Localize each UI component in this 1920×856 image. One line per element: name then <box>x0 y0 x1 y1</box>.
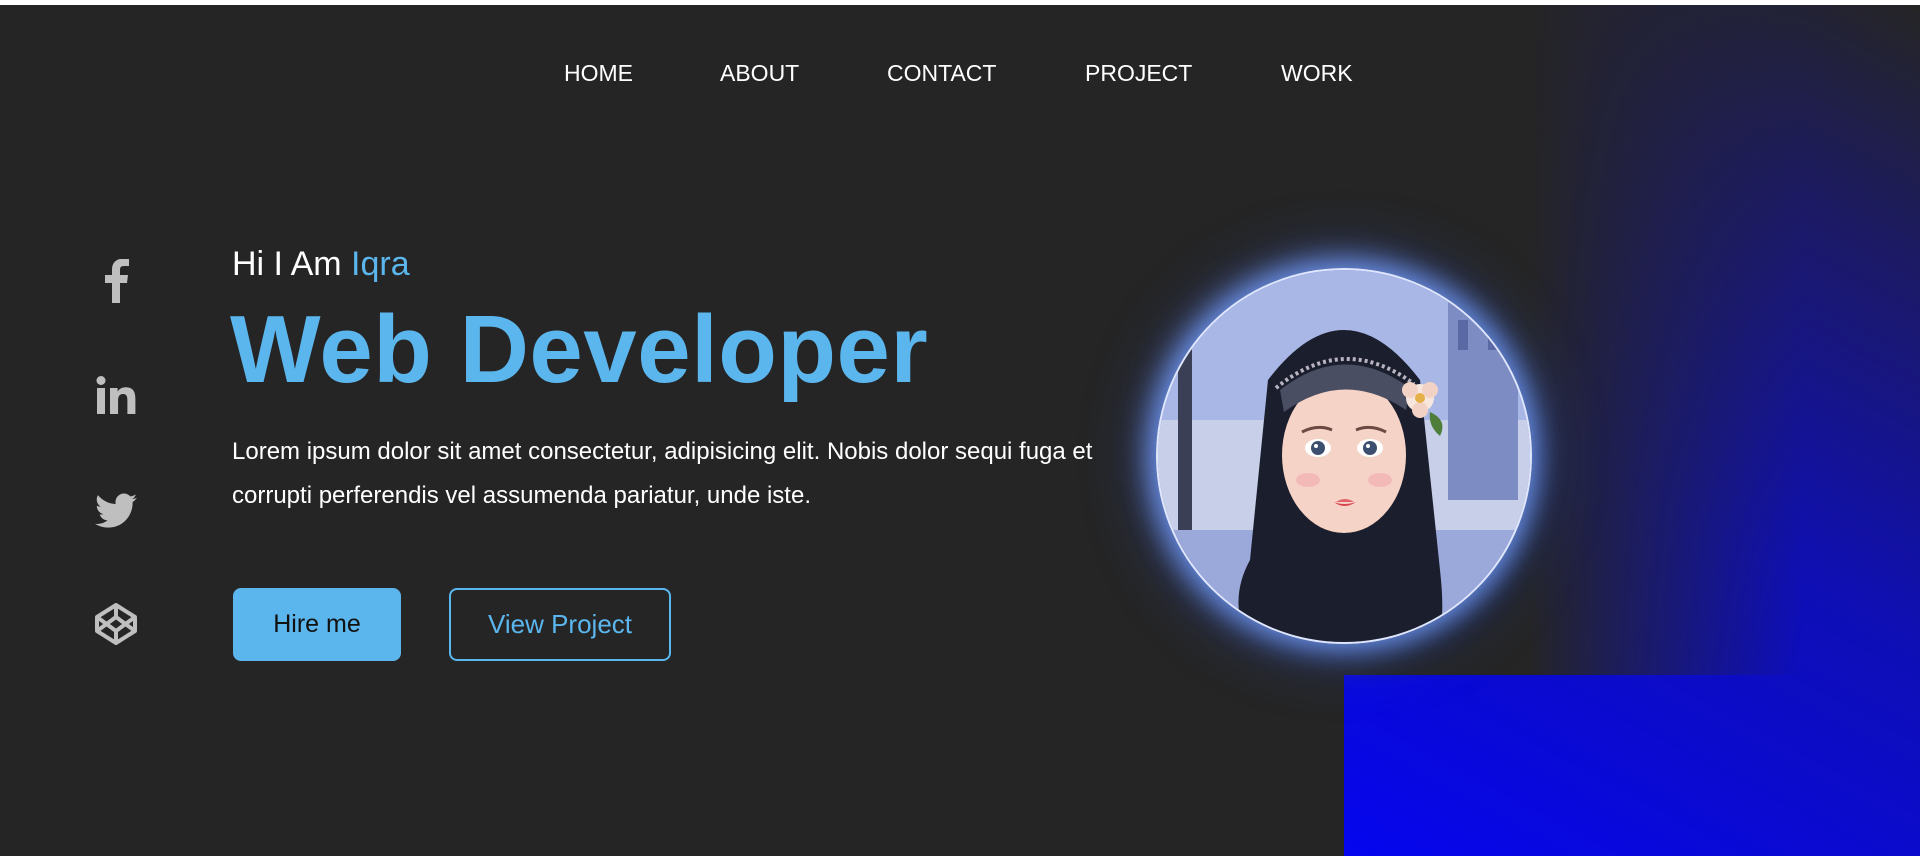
codepen-link[interactable] <box>95 601 137 647</box>
profile-avatar <box>1156 268 1532 644</box>
linkedin-icon <box>96 376 136 414</box>
name-text: Iqra <box>351 245 410 283</box>
portfolio-page: HOME ABOUT CONTACT PROJECT WORK Hi I Am … <box>0 5 1920 856</box>
nav-work[interactable]: WORK <box>1281 60 1353 87</box>
hire-me-button[interactable]: Hire me <box>233 588 401 661</box>
facebook-icon <box>105 259 129 303</box>
nav-project[interactable]: PROJECT <box>1085 60 1192 87</box>
linkedin-link[interactable] <box>95 372 137 418</box>
facebook-link[interactable] <box>95 258 137 304</box>
intro-line: Hi I Am Iqra <box>232 245 410 284</box>
nav-about[interactable]: ABOUT <box>720 60 799 87</box>
twitter-link[interactable] <box>95 488 137 534</box>
twitter-icon <box>95 493 137 528</box>
nav-contact[interactable]: CONTACT <box>887 60 996 87</box>
hero-title: Web Developer <box>230 296 929 403</box>
greeting-text: Hi I Am <box>232 245 352 283</box>
view-project-button[interactable]: View Project <box>449 588 671 661</box>
codepen-icon <box>95 603 137 645</box>
hero-description: Lorem ipsum dolor sit amet consectetur, … <box>232 438 1093 509</box>
nav-home[interactable]: HOME <box>564 60 633 87</box>
top-nav: HOME ABOUT CONTACT PROJECT WORK <box>0 5 1920 145</box>
